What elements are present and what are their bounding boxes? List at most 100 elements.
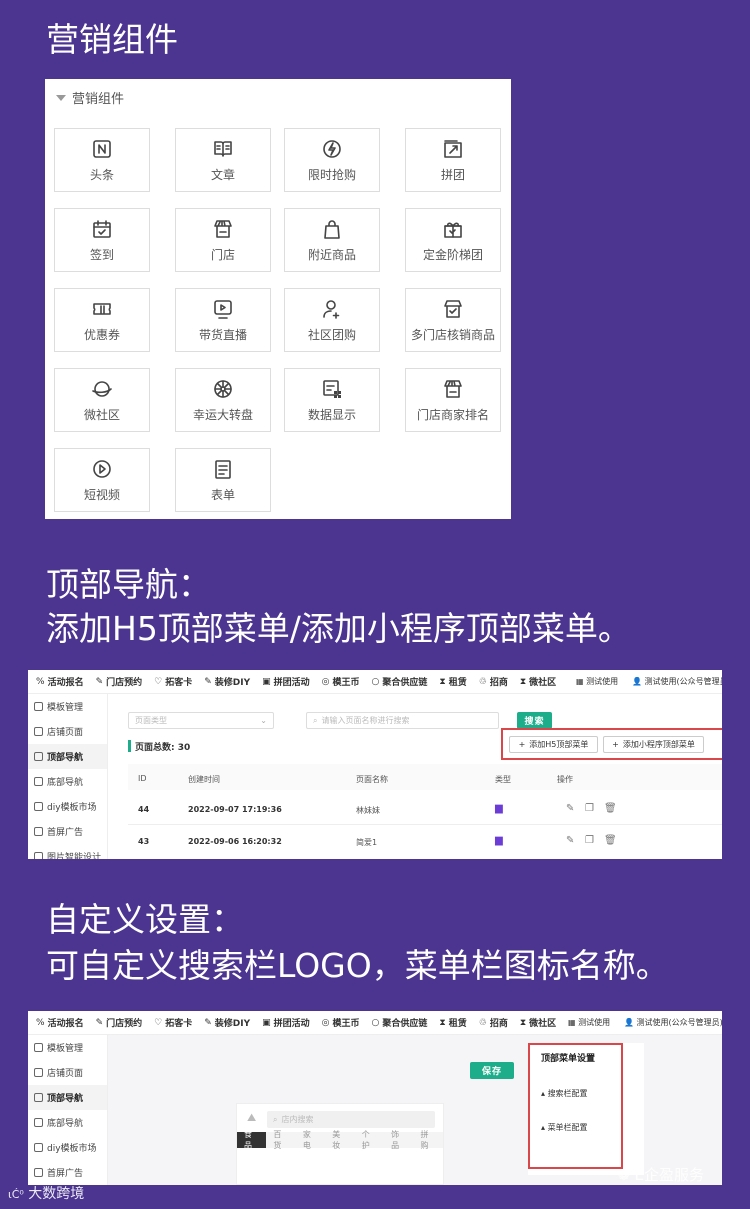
component-tile[interactable]: 幸运大转盘 bbox=[175, 368, 271, 432]
community-user-icon bbox=[323, 299, 340, 319]
sidebar-item[interactable]: 模板管理 bbox=[28, 694, 107, 719]
collapse-triangle-icon[interactable] bbox=[56, 94, 66, 101]
search-input[interactable]: ⌕ 请输入页面名称进行搜索 bbox=[306, 712, 499, 729]
edit-icon[interactable]: ✎ bbox=[566, 835, 574, 846]
category-tab[interactable]: 百货 bbox=[266, 1130, 295, 1150]
sidebar-icon bbox=[34, 777, 43, 786]
category-tab[interactable]: 拼购 bbox=[414, 1130, 443, 1150]
category-tab[interactable]: 家电 bbox=[296, 1130, 325, 1150]
category-tab[interactable]: 美妆 bbox=[325, 1130, 354, 1150]
sidebar-item[interactable]: 模板管理 bbox=[28, 1035, 107, 1060]
component-tile[interactable]: 门店 bbox=[175, 208, 271, 272]
search-button[interactable]: 搜索 bbox=[517, 712, 552, 729]
topnav-item[interactable]: ✎ 装修DIY bbox=[204, 1016, 250, 1030]
component-tile[interactable]: 附近商品 bbox=[284, 208, 380, 272]
nav-icon: ○ bbox=[371, 1017, 380, 1028]
sidebar-label: 顶部导航 bbox=[47, 1094, 84, 1104]
topnav-item[interactable]: ♡ 拓客卡 bbox=[154, 1016, 192, 1030]
category-tab[interactable]: 个护 bbox=[355, 1130, 384, 1150]
component-tile[interactable]: 文章 bbox=[175, 128, 271, 192]
nav-label: 装修DIY bbox=[214, 678, 251, 688]
topnav-item[interactable]: ◎ 模王币 bbox=[322, 1016, 360, 1030]
menu-config-item[interactable]: ▴ 菜单栏配置 bbox=[541, 1122, 588, 1133]
sidebar-item[interactable]: 首屏广告 bbox=[28, 1160, 107, 1185]
user-label[interactable]: 👤 测试使用(公众号管理员) bbox=[632, 676, 722, 687]
topnav-item[interactable]: ○ 聚合供应链 bbox=[372, 675, 428, 689]
nav-icon: ♡ bbox=[154, 1017, 163, 1028]
component-tile[interactable]: 拼团 bbox=[405, 128, 501, 192]
component-tile[interactable]: 短视频 bbox=[54, 448, 150, 512]
topnav-item[interactable]: ▣ 拼团活动 bbox=[262, 675, 310, 689]
tile-label: 门店商家排名 bbox=[416, 407, 489, 422]
search-config-item[interactable]: ▴ 搜索栏配置 bbox=[541, 1088, 588, 1099]
tile-label: 门店 bbox=[210, 247, 235, 262]
component-tile[interactable]: 社区团购 bbox=[284, 288, 380, 352]
sidebar-icon bbox=[34, 802, 43, 811]
sidebar-item[interactable]: 顶部导航 bbox=[28, 1085, 107, 1110]
sidebar-item[interactable]: diy模板市场 bbox=[28, 1135, 107, 1160]
category-tab[interactable]: 食品 bbox=[237, 1130, 267, 1150]
save-button[interactable]: 保存 bbox=[470, 1062, 514, 1079]
lucky-wheel-icon bbox=[214, 379, 232, 398]
topnav-item[interactable]: ♲ 招商 bbox=[479, 675, 508, 689]
component-tile[interactable]: 带货直播 bbox=[175, 288, 271, 352]
row-id: 43 bbox=[138, 837, 150, 846]
sidebar-icon bbox=[34, 1118, 43, 1127]
sidebar-item[interactable]: diy模板市场 bbox=[28, 794, 107, 819]
trial-label[interactable]: ▦ 测试使用 bbox=[568, 1017, 610, 1028]
topnav-item[interactable]: ✎ 装修DIY bbox=[204, 675, 251, 689]
sidebar-item[interactable]: 底部导航 bbox=[28, 769, 107, 794]
delete-icon[interactable]: 🗑 bbox=[604, 803, 617, 814]
nav-label: 聚合供应链 bbox=[382, 678, 428, 688]
topnav-item[interactable]: ⧗ 租赁 bbox=[439, 675, 466, 689]
add-miniprogram-menu-button[interactable]: + 添加小程序顶部菜单 bbox=[603, 736, 704, 753]
accent-bar bbox=[128, 740, 131, 752]
component-tile[interactable]: 微社区 bbox=[54, 368, 150, 432]
component-tile[interactable]: 数据显示 bbox=[284, 368, 380, 432]
sidebar-item[interactable]: 图片智能设计 bbox=[28, 844, 107, 859]
component-tile[interactable]: 限时抢购 bbox=[284, 128, 380, 192]
sidebar-icon bbox=[34, 827, 43, 836]
component-tile[interactable]: 表单 bbox=[175, 448, 271, 512]
copy-icon[interactable]: ❐ bbox=[585, 803, 594, 814]
sidebar-icon bbox=[34, 1143, 43, 1152]
tile-label: 签到 bbox=[89, 247, 114, 262]
sidebar-item[interactable]: 顶部导航 bbox=[28, 744, 107, 769]
topnav-item[interactable]: ♡ 拓客卡 bbox=[154, 675, 193, 689]
copy-icon[interactable]: ❐ bbox=[585, 835, 594, 846]
component-tile[interactable]: 多门店核销商品 bbox=[405, 288, 501, 352]
page-type-select[interactable]: 页面类型 ⌄ bbox=[128, 712, 274, 729]
component-tile[interactable]: 头条 bbox=[54, 128, 150, 192]
edit-icon[interactable]: ✎ bbox=[566, 803, 574, 814]
topnav-item[interactable]: % 活动报名 bbox=[36, 675, 84, 689]
delete-icon[interactable]: 🗑 bbox=[604, 835, 617, 846]
sidebar-item[interactable]: 底部导航 bbox=[28, 1110, 107, 1135]
topnav-item[interactable]: % 活动报名 bbox=[36, 1016, 84, 1030]
component-tile[interactable]: 签到 bbox=[54, 208, 150, 272]
category-tab[interactable]: 饰品 bbox=[384, 1130, 413, 1150]
shop-search-input[interactable]: ⌕ 店内搜索 bbox=[267, 1111, 435, 1128]
trial-label[interactable]: ▦ 测试使用 bbox=[576, 676, 618, 687]
sidebar-item[interactable]: 店铺页面 bbox=[28, 719, 107, 744]
sidebar-item[interactable]: 店铺页面 bbox=[28, 1060, 107, 1085]
panel-header[interactable]: 营销组件 bbox=[56, 88, 124, 107]
component-tile[interactable]: 定金阶梯团 bbox=[405, 208, 501, 272]
component-tile[interactable]: 优惠券 bbox=[54, 288, 150, 352]
topnav-item[interactable]: ○ 聚合供应链 bbox=[371, 1016, 428, 1030]
logo-image-icon[interactable]: ⛰ bbox=[247, 1111, 256, 1125]
topnav-item[interactable]: ⧗ 微社区 bbox=[520, 675, 556, 689]
row-time: 2022-09-06 16:20:32 bbox=[188, 837, 282, 846]
topnav-item[interactable]: ♲ 招商 bbox=[479, 1016, 508, 1030]
topnav-item[interactable]: ⧗ 租赁 bbox=[439, 1016, 466, 1030]
topnav-item[interactable]: ✎ 门店预约 bbox=[96, 675, 143, 689]
sidebar-item[interactable]: 首屏广告 bbox=[28, 819, 107, 844]
user-label[interactable]: 👤 测试使用(公众号管理员) bbox=[624, 1017, 722, 1028]
nav-icon: ▣ bbox=[262, 1017, 271, 1028]
component-tile[interactable]: 门店商家排名 bbox=[405, 368, 501, 432]
topnav-item[interactable]: ✎ 门店预约 bbox=[96, 1016, 143, 1030]
topnav-item[interactable]: ⧗ 微社区 bbox=[520, 1016, 556, 1030]
nav-label: 拓客卡 bbox=[165, 678, 193, 688]
add-h5-menu-button[interactable]: + 添加H5顶部菜单 bbox=[509, 736, 598, 753]
topnav-item[interactable]: ◎ 模王币 bbox=[322, 675, 360, 689]
topnav-item[interactable]: ▣ 拼团活动 bbox=[262, 1016, 310, 1030]
